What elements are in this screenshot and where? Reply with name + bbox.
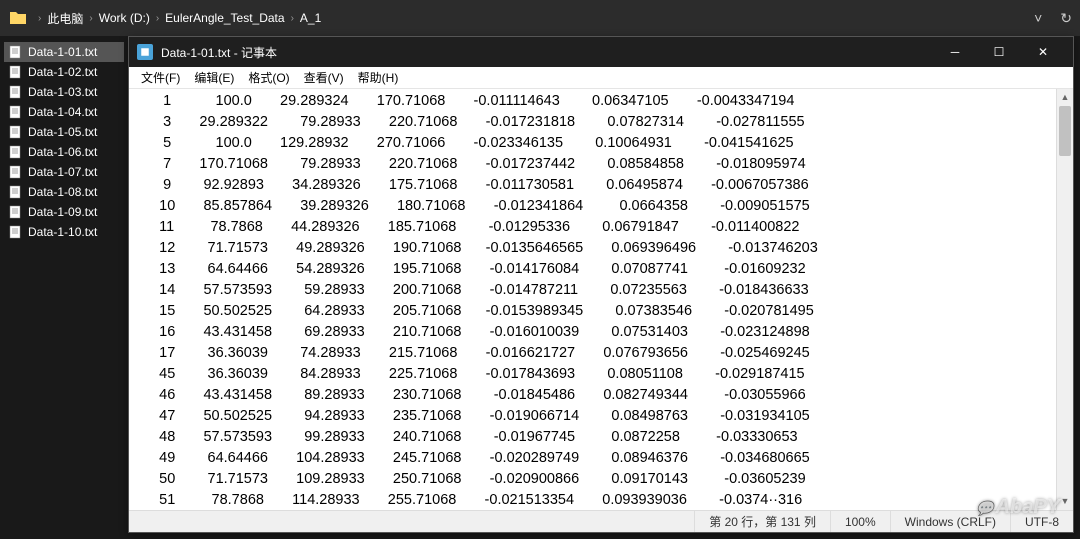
text-file-icon	[8, 205, 22, 219]
status-encoding: UTF-8	[1011, 511, 1073, 532]
file-item[interactable]: Data-1-10.txt	[4, 222, 124, 242]
text-line: 11 78.7868 44.289326 185.71068 -0.012953…	[139, 217, 1055, 238]
file-item[interactable]: Data-1-06.txt	[4, 142, 124, 162]
file-name: Data-1-10.txt	[28, 225, 97, 239]
text-line: 12 71.71573 49.289326 190.71068 -0.01356…	[139, 238, 1055, 259]
menu-item[interactable]: 格式(O)	[242, 69, 295, 86]
menu-bar: 文件(F)编辑(E)格式(O)查看(V)帮助(H)	[129, 67, 1073, 89]
status-bar: 第 20 行，第 131 列 100% Windows (CRLF) UTF-8	[129, 510, 1073, 532]
scroll-down-arrow[interactable]: ▼	[1057, 493, 1073, 510]
chevron-down-icon[interactable]: ˅	[1034, 10, 1042, 27]
text-file-icon	[8, 185, 22, 199]
text-file-icon	[8, 85, 22, 99]
file-name: Data-1-05.txt	[28, 125, 97, 139]
text-line: 15 50.502525 64.28933 205.71068 -0.01539…	[139, 301, 1055, 322]
file-item[interactable]: Data-1-08.txt	[4, 182, 124, 202]
chevron-right-icon: ›	[89, 13, 92, 24]
text-line: 50 71.71573 109.28933 250.71068 -0.02090…	[139, 469, 1055, 490]
text-file-icon	[8, 105, 22, 119]
close-button[interactable]: ✕	[1021, 37, 1065, 67]
file-name: Data-1-02.txt	[28, 65, 97, 79]
text-line: 1 100.0 29.289324 170.71068 -0.011114643…	[139, 91, 1055, 112]
text-file-icon	[8, 65, 22, 79]
text-file-icon	[8, 45, 22, 59]
text-line: 47 50.502525 94.28933 235.71068 -0.01906…	[139, 406, 1055, 427]
maximize-button[interactable]: ☐	[977, 37, 1021, 67]
chevron-right-icon: ›	[156, 13, 159, 24]
text-line: 48 57.573593 99.28933 240.71068 -0.01967…	[139, 427, 1055, 448]
refresh-icon[interactable]: ↻	[1060, 10, 1072, 27]
text-line: 51 78.7868 114.28933 255.71068 -0.021513…	[139, 490, 1055, 510]
status-line-ending: Windows (CRLF)	[891, 511, 1011, 532]
file-item[interactable]: Data-1-02.txt	[4, 62, 124, 82]
file-name: Data-1-06.txt	[28, 145, 97, 159]
text-file-icon	[8, 145, 22, 159]
breadcrumb-item[interactable]: Work (D:)	[99, 11, 150, 25]
text-line: 7 170.71068 79.28933 220.71068 -0.017237…	[139, 154, 1055, 175]
notepad-icon	[137, 44, 153, 60]
text-file-icon	[8, 225, 22, 239]
text-content-area[interactable]: 1 100.0 29.289324 170.71068 -0.011114643…	[129, 89, 1073, 510]
menu-item[interactable]: 文件(F)	[135, 69, 186, 86]
text-line: 46 43.431458 89.28933 230.71068 -0.01845…	[139, 385, 1055, 406]
menu-item[interactable]: 查看(V)	[298, 69, 350, 86]
file-item[interactable]: Data-1-07.txt	[4, 162, 124, 182]
text-line: 3 29.289322 79.28933 220.71068 -0.017231…	[139, 112, 1055, 133]
text-line: 5 100.0 129.28932 270.71066 -0.023346135…	[139, 133, 1055, 154]
text-file-icon	[8, 165, 22, 179]
file-name: Data-1-03.txt	[28, 85, 97, 99]
text-line: 45 36.36039 84.28933 225.71068 -0.017843…	[139, 364, 1055, 385]
breadcrumb-item[interactable]: 此电脑	[47, 10, 83, 27]
file-list-pane: Data-1-01.txt Data-1-02.txt Data-1-03.txt D…	[0, 36, 128, 539]
window-title-bar[interactable]: Data-1-01.txt - 记事本 ─ ☐ ✕	[129, 37, 1073, 67]
window-title: Data-1-01.txt - 记事本	[161, 44, 933, 61]
file-name: Data-1-09.txt	[28, 205, 97, 219]
text-line: 10 85.857864 39.289326 180.71068 -0.0123…	[139, 196, 1055, 217]
text-line: 16 43.431458 69.28933 210.71068 -0.01601…	[139, 322, 1055, 343]
breadcrumb-item[interactable]: A_1	[300, 11, 321, 25]
chevron-right-icon: ›	[38, 13, 41, 24]
folder-icon	[8, 10, 28, 26]
status-cursor-pos: 第 20 行，第 131 列	[695, 511, 831, 532]
file-item[interactable]: Data-1-04.txt	[4, 102, 124, 122]
text-line: 13 64.64466 54.289326 195.71068 -0.01417…	[139, 259, 1055, 280]
vertical-scrollbar[interactable]: ▲ ▼	[1056, 89, 1073, 510]
menu-item[interactable]: 帮助(H)	[352, 69, 405, 86]
chevron-right-icon: ›	[291, 13, 294, 24]
file-name: Data-1-07.txt	[28, 165, 97, 179]
text-file-icon	[8, 125, 22, 139]
file-item[interactable]: Data-1-09.txt	[4, 202, 124, 222]
menu-item[interactable]: 编辑(E)	[188, 69, 240, 86]
file-name: Data-1-08.txt	[28, 185, 97, 199]
explorer-address-bar: ›此电脑›Work (D:)›EulerAngle_Test_Data›A_1 …	[0, 0, 1080, 36]
text-line: 49 64.64466 104.28933 245.71068 -0.02028…	[139, 448, 1055, 469]
file-item[interactable]: Data-1-01.txt	[4, 42, 124, 62]
scroll-up-arrow[interactable]: ▲	[1057, 89, 1073, 106]
minimize-button[interactable]: ─	[933, 37, 977, 67]
file-name: Data-1-04.txt	[28, 105, 97, 119]
scroll-thumb[interactable]	[1059, 106, 1071, 156]
text-line: 14 57.573593 59.28933 200.71068 -0.01478…	[139, 280, 1055, 301]
text-line: 9 92.92893 34.289326 175.71068 -0.011730…	[139, 175, 1055, 196]
text-line: 17 36.36039 74.28933 215.71068 -0.016621…	[139, 343, 1055, 364]
status-zoom: 100%	[831, 511, 891, 532]
file-item[interactable]: Data-1-05.txt	[4, 122, 124, 142]
breadcrumb[interactable]: › 此电脑 › Work (D:) › EulerAngle_Test_Data › A_1	[38, 10, 1034, 27]
file-name: Data-1-01.txt	[28, 45, 97, 59]
breadcrumb-item[interactable]: EulerAngle_Test_Data	[165, 11, 284, 25]
notepad-window: Data-1-01.txt - 记事本 ─ ☐ ✕ 文件(F)编辑(E)格式(O…	[128, 36, 1074, 533]
file-item[interactable]: Data-1-03.txt	[4, 82, 124, 102]
